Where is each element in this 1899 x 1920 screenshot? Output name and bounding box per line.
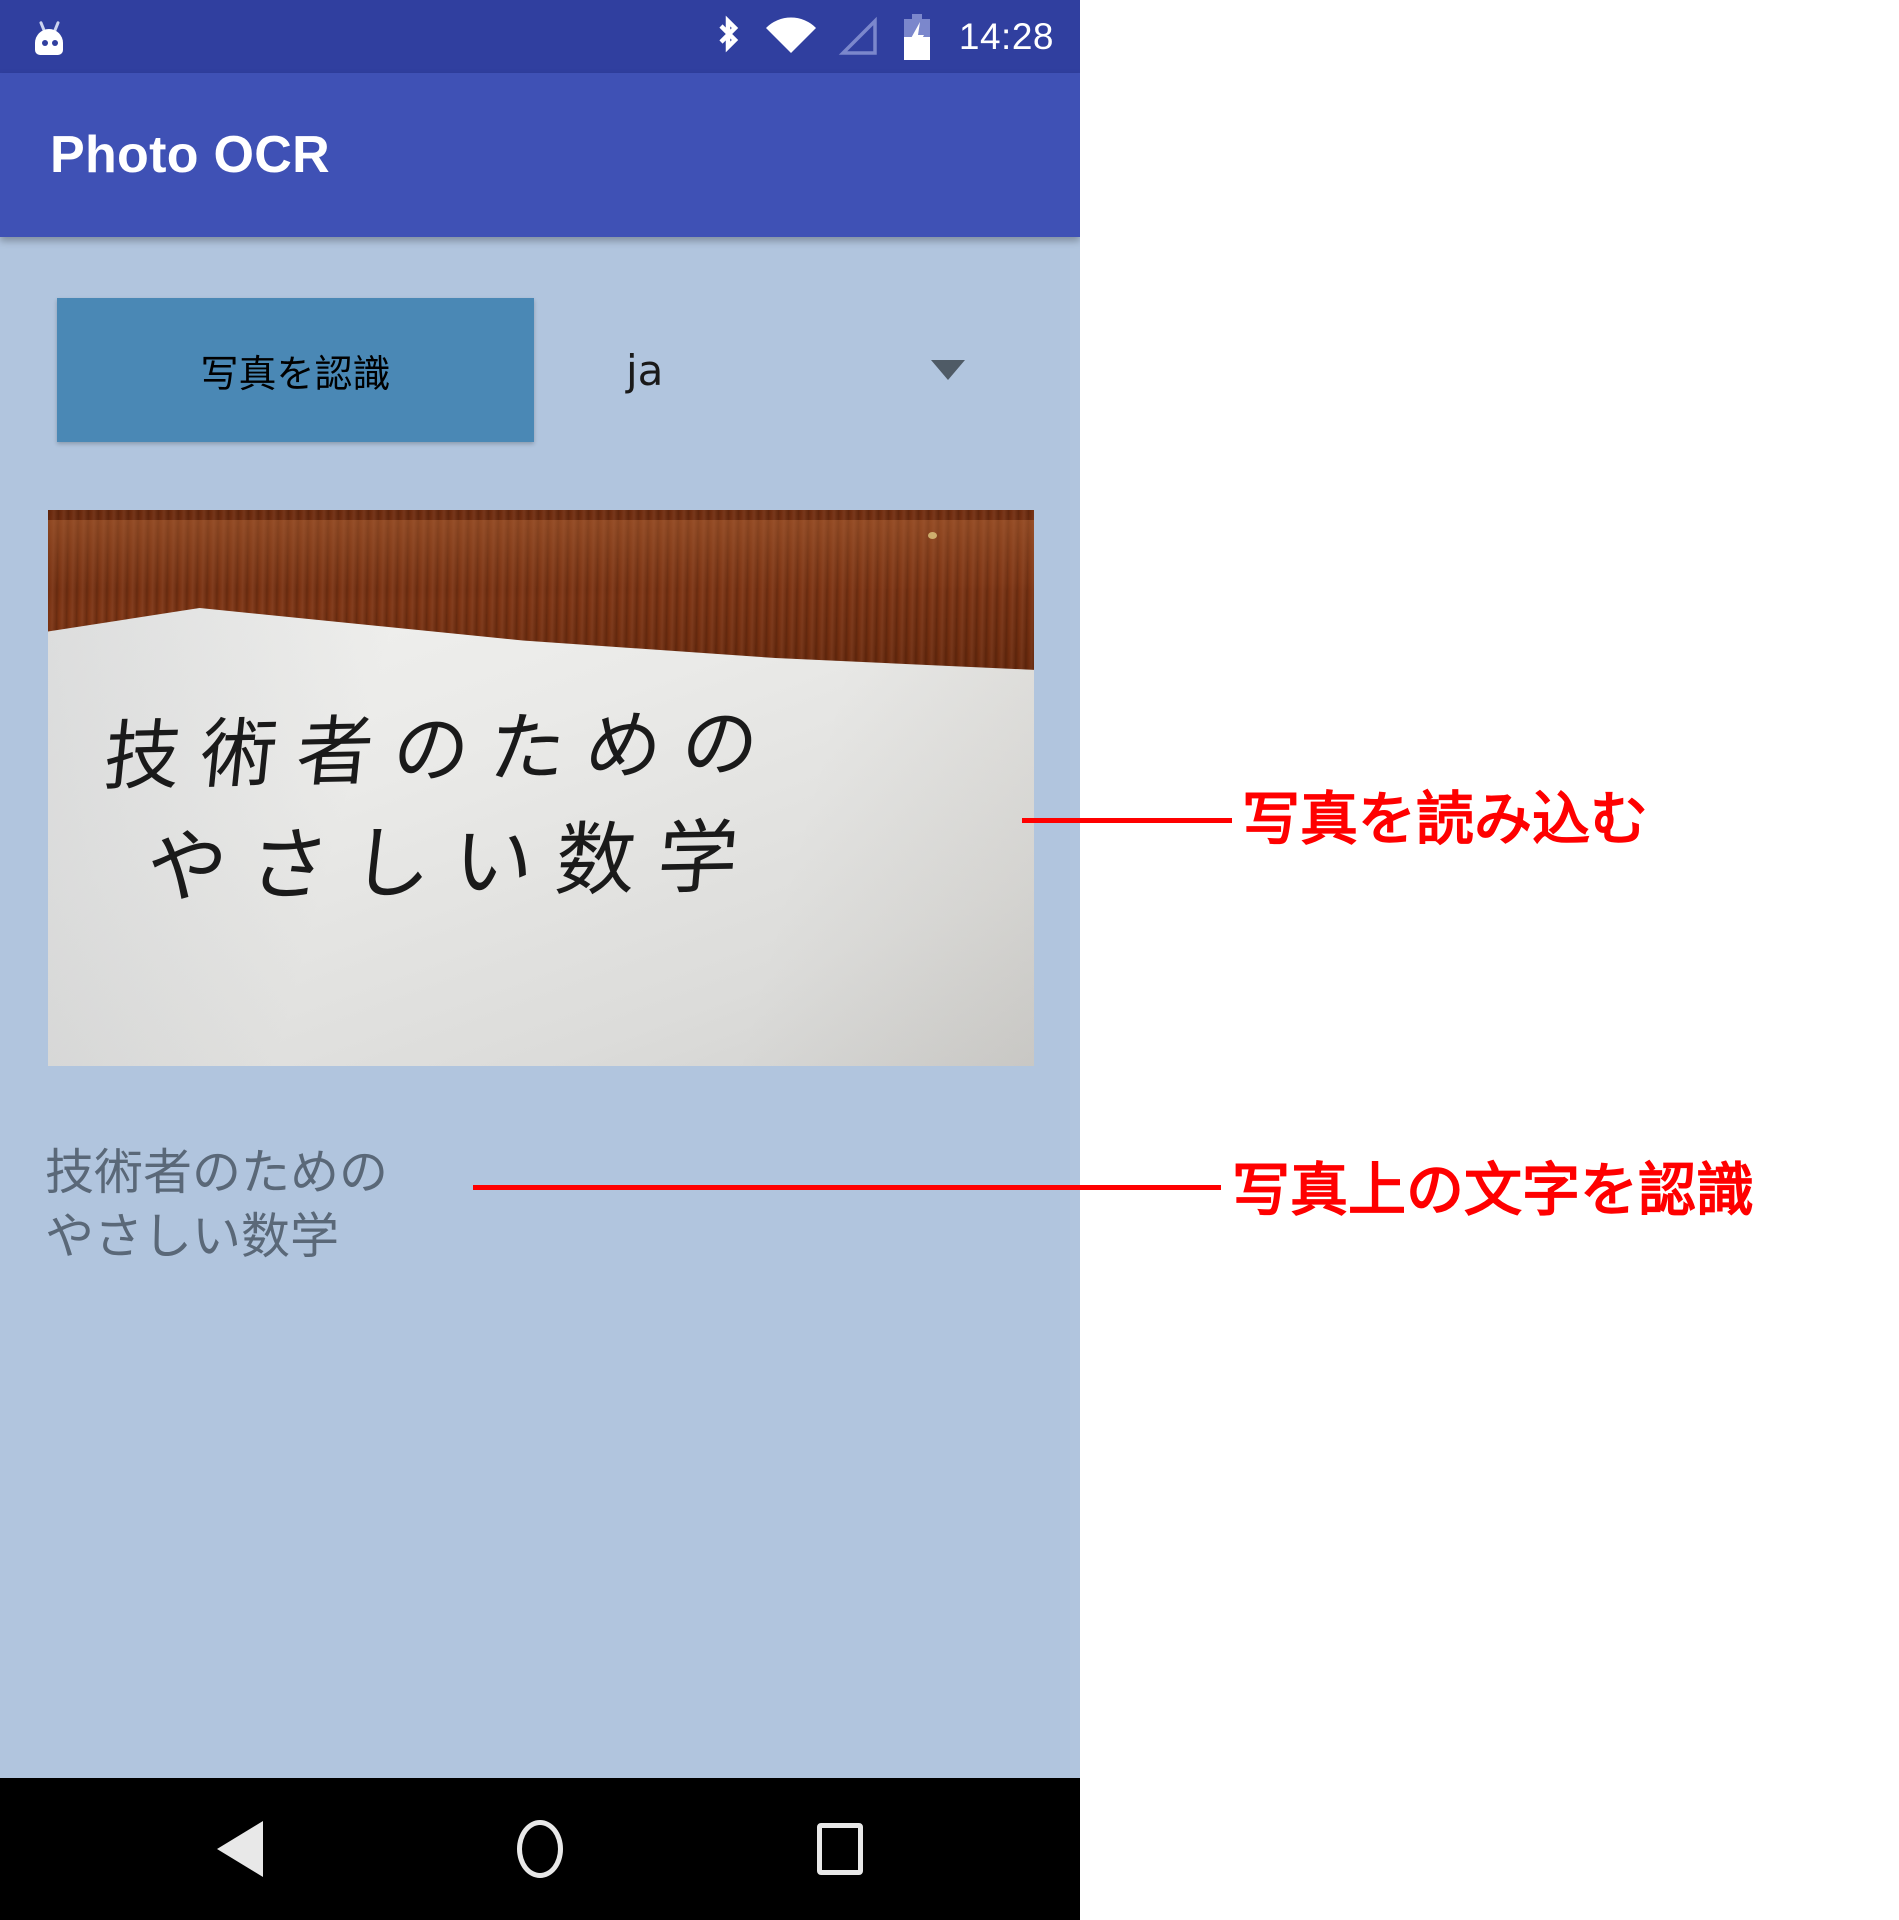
handwriting-line-1: 技術者のための [100, 697, 783, 802]
language-spinner[interactable]: ja [577, 298, 1057, 442]
photo-preview-image[interactable]: 技術者のための やさしい数学 [48, 510, 1034, 1066]
wifi-icon [765, 16, 816, 53]
bluetooth-icon [719, 15, 739, 52]
annotation-leader-line-load-photo [1022, 818, 1232, 823]
back-triangle-icon [217, 1821, 263, 1877]
wood-speck [928, 532, 937, 539]
controls-row: 写真を認識 ja [57, 298, 1057, 442]
status-bar-icons: 14:28 [711, 13, 1054, 61]
nav-recents-button[interactable] [780, 1789, 900, 1909]
home-circle-icon [517, 1820, 563, 1878]
app-content: 写真を認識 ja 技術者のための やさしい数学 技術者のための やさしい数学 [0, 237, 1080, 1778]
app-title: Photo OCR [50, 126, 330, 184]
status-bar: 14:28 [0, 0, 1080, 73]
android-logo-icon [30, 19, 68, 55]
nav-home-button[interactable] [480, 1789, 600, 1909]
annotation-leader-line-recognize-text [473, 1185, 1221, 1190]
navigation-bar [0, 1778, 1080, 1920]
annotation-label-load-photo: 写真を読み込む [1242, 785, 1649, 853]
phone-screen: 14:28 Photo OCR 写真を認識 ja 技術者のための やさしい数学 [0, 0, 1080, 1920]
wood-highlight [48, 520, 1034, 590]
cellular-signal-icon [838, 16, 877, 55]
recents-square-icon [817, 1823, 863, 1875]
recognize-photo-button[interactable]: 写真を認識 [57, 298, 534, 442]
handwriting-line-2: やさしい数学 [142, 810, 765, 915]
chevron-down-icon [931, 360, 965, 380]
battery-charging-icon [903, 13, 930, 60]
nav-back-button[interactable] [180, 1789, 300, 1909]
ocr-result-text: 技術者のための やさしい数学 [45, 1144, 389, 1265]
language-spinner-value: ja [626, 345, 664, 395]
annotation-label-recognize-text: 写真上の文字を認識 [1232, 1156, 1755, 1224]
app-bar: Photo OCR [0, 73, 1080, 237]
status-bar-clock: 14:28 [958, 15, 1054, 57]
